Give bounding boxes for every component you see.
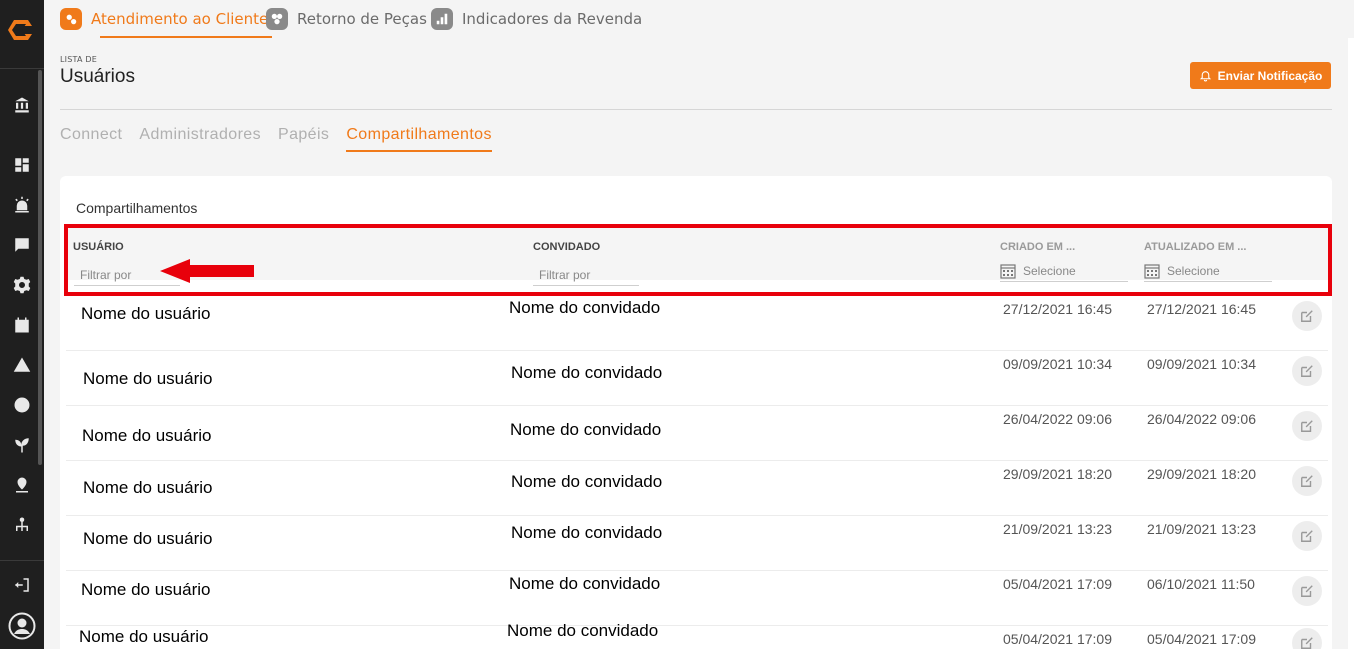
logout-icon[interactable]: [12, 575, 32, 595]
calendar-icon[interactable]: [12, 315, 32, 335]
table-row[interactable]: Nome do usuário Nome do convidado 27/12/…: [66, 296, 1328, 351]
main-content: LISTA DE Usuários Enviar Notificação Con…: [44, 38, 1354, 649]
row-criado: 21/09/2021 13:23: [1003, 521, 1112, 537]
edit-icon: [1301, 365, 1313, 377]
tab-label: Indicadores da Revenda: [462, 10, 643, 28]
row-atualizado: 29/09/2021 18:20: [1147, 466, 1256, 482]
customer-service-icon: [60, 8, 82, 30]
edit-icon: [1301, 420, 1313, 432]
tab-retorno-de-pecas[interactable]: Retorno de Peças: [266, 0, 427, 38]
row-convidado: Nome do convidado: [509, 298, 661, 317]
edit-button[interactable]: [1292, 576, 1322, 606]
subtab-papeis[interactable]: Papéis: [278, 126, 329, 152]
row-convidado: Nome do convidado: [511, 472, 663, 491]
page-eyebrow: LISTA DE: [60, 55, 97, 64]
tab-atendimento-ao-cliente[interactable]: Atendimento ao Cliente: [60, 0, 273, 38]
row-criado: 26/04/2022 09:06: [1003, 411, 1112, 427]
sub-tabs: Connect Administradores Papéis Compartil…: [60, 126, 492, 152]
row-usuario: Nome do usuário: [81, 304, 211, 323]
row-usuario: Nome do usuário: [83, 529, 213, 548]
row-convidado: Nome do convidado: [507, 621, 659, 640]
plant-icon[interactable]: [12, 435, 32, 455]
edit-button[interactable]: [1292, 411, 1322, 441]
send-notification-button[interactable]: Enviar Notificação: [1190, 62, 1331, 89]
dashboard-icon[interactable]: [12, 155, 32, 175]
edit-button[interactable]: [1292, 628, 1322, 649]
row-convidado: Nome do convidado: [510, 420, 662, 439]
row-usuario: Nome do usuário: [79, 627, 209, 646]
sidebar-divider: [0, 68, 44, 69]
row-usuario: Nome do usuário: [82, 426, 212, 445]
send-notification-label: Enviar Notificação: [1217, 68, 1323, 83]
subtab-administradores[interactable]: Administradores: [139, 126, 261, 152]
subtab-connect[interactable]: Connect: [60, 126, 122, 152]
edit-icon: [1301, 310, 1313, 322]
page-title: Usuários: [60, 66, 135, 87]
row-criado: 09/09/2021 10:34: [1003, 356, 1112, 372]
table-row[interactable]: Nome do usuário Nome do convidado 05/04/…: [66, 621, 1328, 649]
tab-label: Atendimento ao Cliente: [91, 10, 269, 28]
shares-card: Compartilhamentos USUÁRIO CONVIDADO CRIA…: [60, 176, 1332, 649]
table-row[interactable]: Nome do usuário Nome do convidado 09/09/…: [66, 351, 1328, 406]
row-atualizado: 06/10/2021 11:50: [1147, 576, 1255, 592]
top-navigation: Atendimento ao Cliente Retorno de Peças …: [44, 0, 1354, 38]
subtab-compartilhamentos[interactable]: Compartilhamentos: [346, 126, 492, 152]
row-criado: 05/04/2021 17:09: [1003, 576, 1112, 592]
table-row[interactable]: Nome do usuário Nome do convidado 26/04/…: [66, 406, 1328, 461]
edit-icon: [1301, 530, 1313, 542]
annotation-arrow-icon: [160, 259, 254, 283]
location-icon[interactable]: [12, 475, 32, 495]
edit-button[interactable]: [1292, 301, 1322, 331]
bell-icon: [1199, 71, 1211, 82]
row-criado: 27/12/2021 16:45: [1003, 301, 1112, 317]
table-row[interactable]: Nome do usuário Nome do convidado 05/04/…: [66, 571, 1328, 626]
parts-return-icon: [266, 8, 288, 30]
chat-icon[interactable]: [12, 235, 32, 255]
user-avatar-icon[interactable]: [8, 612, 36, 640]
edit-icon: [1301, 475, 1313, 487]
row-convidado: Nome do convidado: [511, 523, 663, 542]
row-atualizado: 21/09/2021 13:23: [1147, 521, 1256, 537]
table-row[interactable]: Nome do usuário Nome do convidado 21/09/…: [66, 516, 1328, 571]
sidebar: [0, 0, 44, 649]
logo-icon[interactable]: [6, 14, 38, 46]
globe-icon[interactable]: [12, 395, 32, 415]
hierarchy-icon[interactable]: [12, 515, 32, 535]
edit-icon: [1301, 637, 1313, 649]
row-convidado: Nome do convidado: [509, 574, 661, 593]
row-criado: 05/04/2021 17:09: [1003, 631, 1112, 647]
table-row[interactable]: Nome do usuário Nome do convidado 29/09/…: [66, 461, 1328, 516]
row-usuario: Nome do usuário: [83, 369, 213, 388]
row-atualizado: 05/04/2021 17:09: [1147, 631, 1256, 647]
edit-icon: [1301, 585, 1313, 597]
row-usuario: Nome do usuário: [83, 478, 213, 497]
row-criado: 29/09/2021 18:20: [1003, 466, 1112, 482]
row-atualizado: 26/04/2022 09:06: [1147, 411, 1256, 427]
row-convidado: Nome do convidado: [511, 363, 663, 382]
row-usuario: Nome do usuário: [81, 580, 211, 599]
bank-icon[interactable]: [12, 95, 32, 115]
sidebar-scrollbar[interactable]: [38, 70, 42, 465]
page-scrollbar[interactable]: [1348, 38, 1354, 649]
row-atualizado: 27/12/2021 16:45: [1147, 301, 1256, 317]
edit-button[interactable]: [1292, 466, 1322, 496]
edit-button[interactable]: [1292, 521, 1322, 551]
tab-indicadores-da-revenda[interactable]: Indicadores da Revenda: [431, 0, 642, 38]
warning-icon[interactable]: [12, 355, 32, 375]
row-atualizado: 09/09/2021 10:34: [1147, 356, 1256, 372]
edit-button[interactable]: [1292, 356, 1322, 386]
bar-chart-icon: [431, 8, 453, 30]
tab-label: Retorno de Peças: [297, 10, 427, 28]
alarm-icon[interactable]: [12, 195, 32, 215]
card-title: Compartilhamentos: [76, 200, 198, 216]
settings-icon[interactable]: [12, 275, 32, 295]
sidebar-divider-bottom: [0, 560, 44, 561]
highlight-annotation-box: [64, 224, 1332, 296]
header-divider: [60, 109, 1332, 110]
